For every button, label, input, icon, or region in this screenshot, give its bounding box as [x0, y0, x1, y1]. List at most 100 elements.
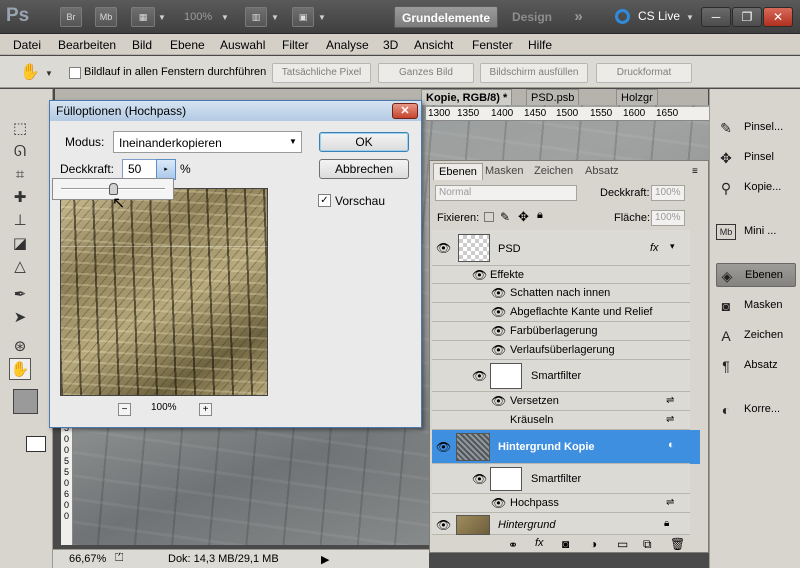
layer-opacity-input[interactable]: 100%: [651, 185, 685, 201]
dialog-close-button[interactable]: ✕: [392, 103, 418, 119]
layer-row-hintergrund[interactable]: 👁︎ Hintergrund 🔒︎: [432, 513, 690, 535]
menu-analyse[interactable]: Analyse: [326, 38, 369, 52]
document-tab-psd[interactable]: PSD.psb: [526, 89, 580, 106]
menu-bearbeiten[interactable]: Bearbeiten: [58, 38, 116, 52]
lock-pixels-icon[interactable]: ✎: [500, 210, 510, 224]
opacity-slider-toggle-button[interactable]: ▸: [156, 159, 176, 180]
layer-row-hintergrund-kopie[interactable]: 👁︎ Hintergrund Kopie ◐: [432, 430, 690, 464]
eye-icon[interactable]: 👁︎: [436, 518, 451, 532]
tab-masken[interactable]: Masken: [480, 163, 529, 180]
screen-mode-icon[interactable]: ▣: [292, 7, 314, 27]
mode-select[interactable]: Ineinanderkopieren ▼: [113, 131, 302, 153]
eye-icon[interactable]: 👁︎: [472, 472, 487, 486]
dock-brush-presets[interactable]: ✥ Pinsel: [716, 146, 796, 170]
pen-tool-icon[interactable]: ✒: [9, 284, 31, 306]
filter-options-icon[interactable]: ⇌: [666, 497, 674, 508]
crop-tool-icon[interactable]: ⌗: [9, 164, 31, 186]
scroll-all-windows-checkbox[interactable]: [69, 67, 81, 79]
quick-mask-icon[interactable]: [26, 436, 46, 452]
layer-effects-group[interactable]: 👁︎ Effekte: [432, 266, 690, 284]
dock-masks[interactable]: ◙ Masken: [716, 294, 796, 318]
fx-icon[interactable]: fx: [650, 242, 659, 254]
minibridge-icon[interactable]: Mb: [95, 7, 117, 27]
eraser-tool-icon[interactable]: ◪: [9, 233, 31, 255]
hand-tool-icon[interactable]: ✋: [20, 62, 40, 82]
eye-icon[interactable]: 👁︎: [491, 394, 506, 408]
eye-icon[interactable]: 👁︎: [472, 268, 487, 282]
adjustment-layer-icon[interactable]: ◑: [590, 537, 597, 551]
cancel-button[interactable]: Abbrechen: [319, 159, 409, 179]
tab-zeichen[interactable]: Zeichen: [529, 163, 578, 180]
chevron-down-icon[interactable]: ▼: [45, 69, 53, 78]
layer-fill-input[interactable]: 100%: [651, 210, 685, 226]
add-mask-icon[interactable]: ◙: [562, 537, 569, 551]
eye-icon[interactable]: 👁︎: [491, 305, 506, 319]
view-extras-icon[interactable]: ▦: [131, 7, 155, 27]
fill-screen-button[interactable]: Bildschirm ausfüllen: [480, 63, 588, 83]
dialog-opacity-input[interactable]: 50: [122, 159, 158, 180]
stamp-tool-icon[interactable]: ⊥: [9, 210, 31, 232]
document-tab-active[interactable]: Kopie, RGB/8) *: [421, 89, 513, 106]
restore-button[interactable]: ❐: [732, 7, 762, 27]
new-layer-icon[interactable]: ⧉: [643, 537, 652, 552]
menu-ebene[interactable]: Ebene: [170, 38, 205, 52]
menu-ansicht[interactable]: Ansicht: [414, 38, 453, 52]
fit-screen-button[interactable]: Ganzes Bild: [378, 63, 474, 83]
menu-auswahl[interactable]: Auswahl: [220, 38, 265, 52]
arrange-documents-icon[interactable]: ▥: [245, 7, 267, 27]
chevron-down-icon[interactable]: ▼: [686, 13, 694, 22]
info-icon[interactable]: ⏍: [115, 552, 123, 565]
actual-pixels-button[interactable]: Tatsächliche Pixel: [272, 63, 371, 83]
blend-mode-select[interactable]: Normal: [435, 185, 577, 201]
dock-adjustments[interactable]: ◐ Korre...: [716, 398, 796, 422]
panel-menu-icon[interactable]: ≡: [692, 166, 698, 177]
workspace-design-button[interactable]: Design: [505, 6, 559, 28]
eye-icon[interactable]: 👁︎: [491, 324, 506, 338]
tab-ebenen[interactable]: Ebenen: [433, 163, 483, 180]
filter-row[interactable]: 👁︎ Versetzen ⇌: [432, 392, 690, 411]
document-tab-holz[interactable]: Holzgr: [616, 89, 658, 106]
bridge-icon[interactable]: Br: [60, 7, 82, 27]
eye-icon[interactable]: 👁︎: [436, 440, 451, 454]
filter-options-icon[interactable]: ⇌: [666, 414, 674, 425]
lock-position-icon[interactable]: ✥: [518, 209, 529, 225]
smartfilter-row[interactable]: 👁︎ Smartfilter: [432, 464, 690, 494]
effect-row[interactable]: 👁︎ Verlaufsüberlagerung: [432, 341, 690, 360]
3d-rotate-icon[interactable]: ⊛: [9, 336, 31, 358]
smartfilter-row[interactable]: 👁︎ Smartfilter: [432, 360, 690, 392]
zoom-level[interactable]: 100%: [184, 11, 212, 23]
chevron-down-icon[interactable]: ▾: [670, 241, 675, 252]
zoom-out-button[interactable]: −: [118, 403, 131, 416]
dock-layers[interactable]: ◈ Ebenen: [716, 263, 796, 287]
menu-filter[interactable]: Filter: [282, 38, 309, 52]
minimize-button[interactable]: ─: [701, 7, 731, 27]
print-size-button[interactable]: Druckformat: [596, 63, 692, 83]
dock-brush[interactable]: ✎ Pinsel...: [716, 116, 796, 140]
delete-layer-icon[interactable]: 🗑︎: [670, 537, 685, 551]
chevron-down-icon[interactable]: ▼: [289, 137, 297, 146]
filter-row[interactable]: Kräuseln ⇌: [432, 411, 690, 430]
eye-icon[interactable]: 👁︎: [491, 343, 506, 357]
status-zoom[interactable]: 66,67%: [69, 553, 106, 565]
lock-all-icon[interactable]: 🔒︎: [537, 209, 543, 222]
workspace-grundelemente-button[interactable]: Grundelemente: [394, 6, 498, 28]
more-workspaces-button[interactable]: »: [566, 6, 588, 28]
link-layers-icon[interactable]: ⚭: [508, 538, 518, 552]
effect-row[interactable]: 👁︎ Abgeflachte Kante und Relief: [432, 303, 690, 322]
foreground-color-swatch[interactable]: [13, 389, 38, 414]
chevron-down-icon[interactable]: ▼: [318, 13, 326, 22]
chevron-down-icon[interactable]: ▼: [271, 13, 279, 22]
filter-preview-image[interactable]: [60, 188, 268, 396]
dock-clone-source[interactable]: ⚲ Kopie...: [716, 176, 796, 200]
new-group-icon[interactable]: ▭: [617, 537, 628, 551]
zoom-in-button[interactable]: +: [199, 403, 212, 416]
dock-paragraph[interactable]: ¶ Absatz: [716, 354, 796, 378]
effect-row[interactable]: 👁︎ Schatten nach innen: [432, 284, 690, 303]
dock-character[interactable]: A Zeichen: [716, 324, 796, 348]
marquee-tool-icon[interactable]: ⬚: [9, 118, 31, 140]
ok-button[interactable]: OK: [319, 132, 409, 152]
layer-row-psd[interactable]: 👁︎ PSD fx ▾: [432, 230, 690, 266]
eye-icon[interactable]: 👁︎: [436, 241, 451, 255]
filter-row[interactable]: 👁︎ Hochpass ⇌: [432, 494, 690, 513]
dock-mini-bridge[interactable]: Mb Mini ...: [716, 220, 796, 244]
